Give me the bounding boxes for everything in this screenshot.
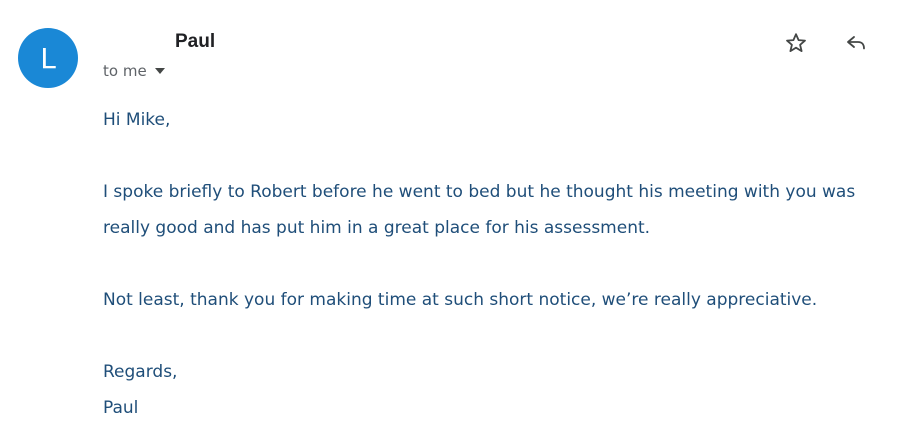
caret-down-icon xyxy=(154,68,165,74)
message-body: Hi Mike, I spoke briefly to Robert befor… xyxy=(103,102,898,426)
message-closing: Regards, xyxy=(103,362,178,382)
reply-icon xyxy=(847,36,865,50)
avatar-initial: L xyxy=(40,41,56,75)
message-paragraph-line: I spoke briefly to Robert before he went… xyxy=(103,182,856,202)
reply-button[interactable] xyxy=(842,29,870,57)
sender-avatar: L xyxy=(18,28,78,88)
message-paragraph: Not least, thank you for making time at … xyxy=(103,290,818,310)
recipient-details-toggle[interactable]: to me xyxy=(103,62,165,80)
recipient-label: to me xyxy=(103,62,147,80)
message-greeting: Hi Mike, xyxy=(103,110,171,130)
star-button[interactable] xyxy=(782,29,810,57)
message-signature: Paul xyxy=(103,398,139,418)
message-paragraph-line: really good and has put him in a great p… xyxy=(103,218,651,238)
star-icon xyxy=(786,33,806,52)
sender-name: Paul xyxy=(175,31,216,52)
